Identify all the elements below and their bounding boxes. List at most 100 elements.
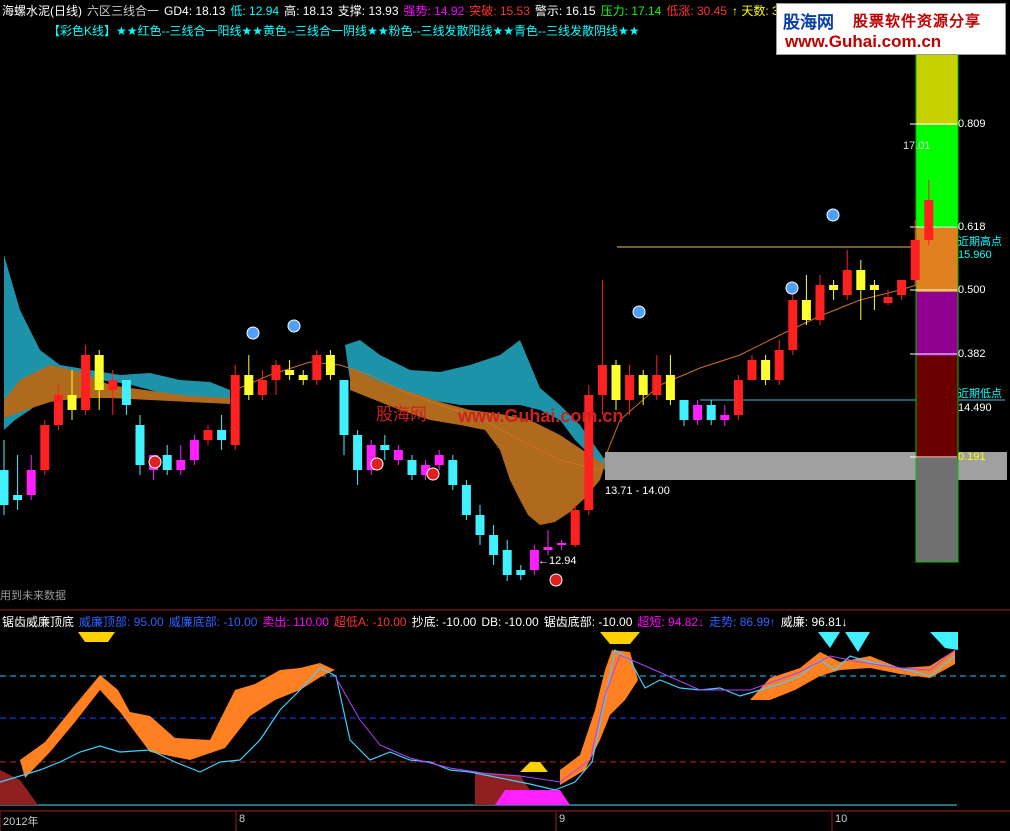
bottom-flag [520, 762, 548, 772]
candle-body [135, 425, 145, 465]
candle-body [94, 355, 104, 390]
logo-url: www.Guhai.com.cn [785, 32, 942, 51]
recent-low-label: 近期低点 [958, 388, 1002, 400]
candle-body [611, 365, 621, 400]
candle-body [801, 300, 811, 320]
header-item: 高: 18.13 [284, 4, 333, 18]
low-point-label: ←12.94 [538, 555, 577, 567]
sell-signal-ball [246, 326, 260, 340]
fib-level-label: 0.382 [958, 348, 986, 360]
candle-body [543, 547, 553, 550]
candle-body [924, 200, 934, 240]
candle-body [557, 543, 567, 545]
candle-body [774, 350, 784, 380]
candle-body [312, 355, 322, 380]
candle-body [81, 355, 91, 410]
candle-body [176, 460, 186, 470]
candle-body [203, 430, 213, 440]
sell-signal-ball [826, 208, 840, 222]
header-item: 低涨: 30.45 [666, 4, 728, 18]
header-item: 支撑: 13.93 [337, 4, 399, 18]
top-flag [600, 632, 640, 644]
candle-body [271, 365, 281, 380]
header-item: 强势: 14.92 [403, 4, 465, 18]
x-axis-label: 8 [239, 813, 246, 825]
chart-header: 海螺水泥(日线) 六区三线合一 GD4: 18.13 低: 12.94 高: 18.13… [2, 2, 795, 18]
candle-body [829, 285, 839, 290]
logo-name: 股海网 [783, 13, 834, 32]
candle-body [257, 380, 267, 395]
candle-body [40, 425, 50, 470]
lower-header-item: 超短: 94.82↓ [637, 615, 705, 629]
candle-body [665, 375, 675, 400]
recent-low-price: 14.490 [958, 402, 992, 414]
candle-body [516, 570, 526, 575]
buy-signal-ball [370, 457, 384, 471]
sell-signal-ball [785, 281, 799, 295]
candle-body [13, 495, 23, 500]
lower-header-item: 卖出: 110.00 [262, 615, 329, 629]
fib-zone [916, 356, 958, 458]
candle-body [339, 380, 349, 435]
candle-body [747, 360, 757, 380]
candle-body [842, 270, 852, 295]
candle-body [720, 415, 730, 420]
lower-header-item: 威廉底部: -10.00 [168, 615, 258, 629]
lower-header-item: DB: -10.00 [481, 615, 539, 629]
fib-zone [916, 292, 958, 356]
candle-body [26, 470, 36, 495]
candle-body [230, 375, 240, 445]
x-axis-label: 9 [559, 813, 566, 825]
stock-title: 海螺水泥(日线) [2, 4, 82, 18]
candle-body [325, 355, 335, 375]
watermark-name: 股海网 [376, 405, 427, 424]
candle-body [815, 285, 825, 320]
top-flag [78, 632, 115, 642]
lower-header: 锯齿威廉顶底 威廉顶部: 95.00 威廉底部: -10.00 卖出: 110.00 超… [2, 613, 858, 629]
candle-body [67, 395, 77, 410]
top-flag-cyan [845, 632, 870, 652]
lower-header-item: 威廉顶部: 95.00 [79, 615, 164, 629]
candle-body [869, 285, 879, 290]
candle-body [733, 380, 743, 415]
buy-signal-ball [549, 573, 563, 587]
candle-body [706, 405, 716, 420]
candle-body [597, 365, 607, 395]
fibonacci-column [910, 39, 959, 563]
header-item: 警示: 16.15 [534, 4, 596, 18]
candle-body [570, 510, 580, 545]
candle-body [910, 240, 920, 280]
candle-body [298, 375, 308, 380]
williams-indicator [0, 632, 1010, 806]
candle-body [285, 370, 295, 375]
lower-header-item: 抄底: -10.00 [411, 615, 477, 629]
fib-level-label: 0.809 [958, 118, 986, 130]
candle-body [856, 270, 866, 290]
recent-high-label: 近期高点 [958, 236, 1002, 248]
lower-header-item: 锯齿底部: -10.00 [543, 615, 633, 629]
candle-body [162, 455, 172, 470]
top-flag-cyan [818, 632, 840, 648]
top-flag-cyan [930, 632, 958, 650]
candle-body [53, 395, 63, 425]
candle-body [693, 405, 703, 420]
candle-body [434, 455, 444, 465]
future-data-note: 用到未来数据 [0, 590, 66, 602]
candle-body [638, 375, 648, 395]
candle-body [189, 440, 199, 460]
bottom-zone [0, 770, 38, 805]
x-axis-label: 2012年 [3, 816, 39, 828]
candle-body [475, 515, 485, 535]
candle-body [121, 380, 131, 405]
candle-body [407, 460, 417, 475]
candle-body [502, 550, 512, 575]
indicator-name: 六区三线合一 [87, 4, 160, 18]
lower-header-item: 超低A: -10.00 [333, 615, 407, 629]
logo-tagline: 股票软件资源分享 [853, 13, 982, 30]
fib-level-label: 0.500 [958, 284, 986, 296]
candle-body [217, 430, 227, 440]
sell-signal-ball [287, 319, 301, 333]
support-range-label: 13.71 - 14.00 [605, 485, 670, 497]
watermark-url: www.Guhai.com.cn [458, 406, 624, 426]
williams-fill [20, 663, 335, 778]
